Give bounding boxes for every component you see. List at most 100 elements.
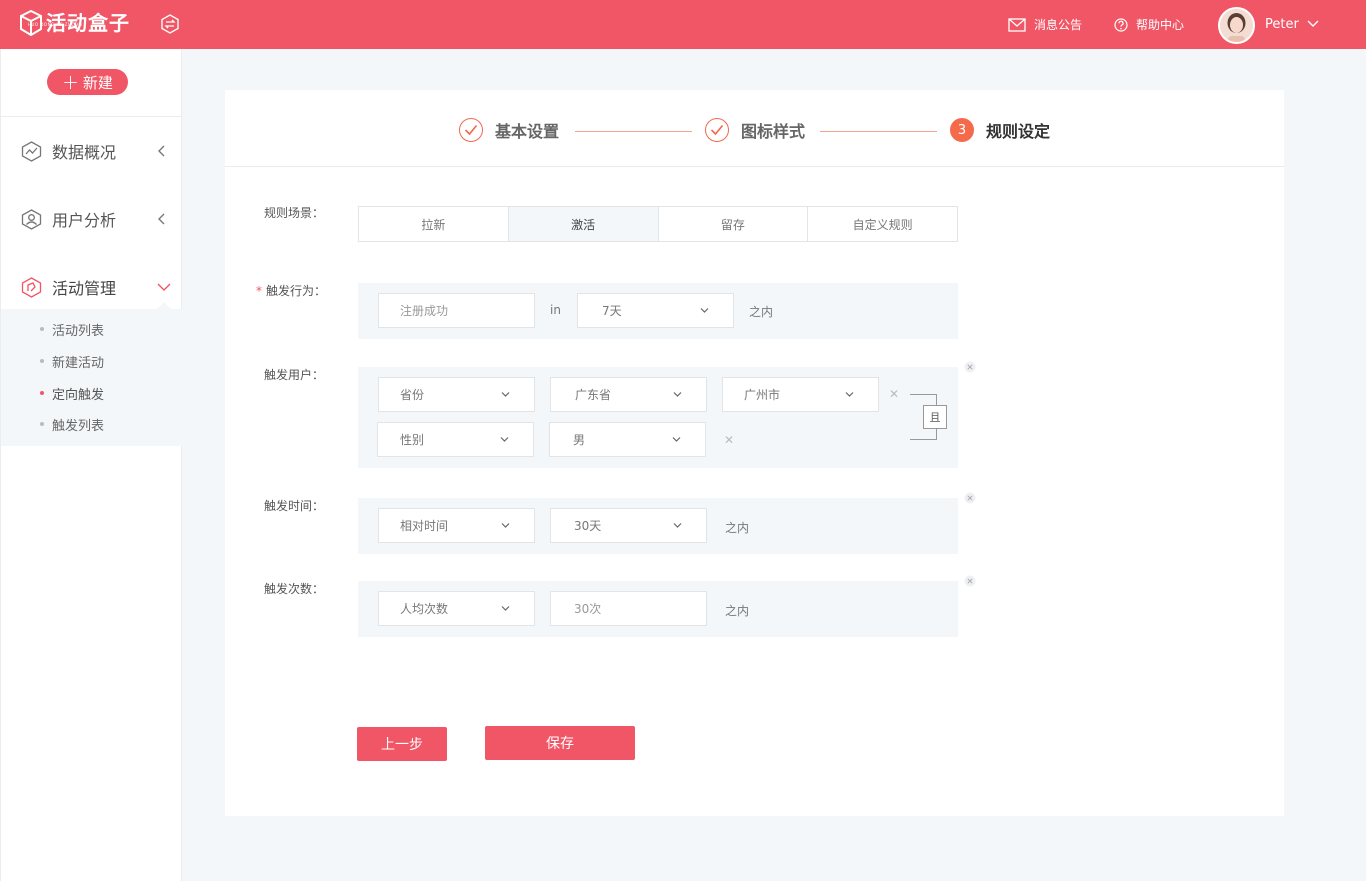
submenu-item-label: 触发列表 [52,418,105,434]
step-label: 图标样式 [741,122,806,141]
bullet-dot [40,327,44,331]
prev-step-button[interactable]: 上一步 [357,727,447,761]
action-panel: 注册成功 in 7天 之内 [358,283,958,339]
submenu-item-activity-list[interactable]: 活动列表 [1,314,182,344]
chart-icon [21,140,42,162]
check-icon [710,124,724,136]
chevron-down-icon [501,523,510,528]
chevron-down-icon [157,283,171,291]
tab-custom-rule[interactable]: 自定义规则 [808,207,957,241]
and-toggle[interactable]: 且 [923,405,947,429]
action-input-placeholder: 注册成功 [400,304,449,318]
province-select[interactable]: 广东省 [550,377,707,412]
select-value: 人均次数 [400,602,449,616]
step-icon-style[interactable]: 图标样式 [705,118,805,142]
select-value: 男 [573,433,586,447]
chevron-down-icon [500,437,509,442]
logo-subtext: HUO DONG HE ZI.COM [28,22,83,27]
tab-activation[interactable]: 激活 [508,207,659,241]
sidebar-item-user-analysis[interactable]: 用户分析 [1,199,182,239]
sidebar-divider [1,116,182,117]
mail-icon [1008,17,1026,32]
sidebar-item-data-overview[interactable]: 数据概况 [1,131,182,171]
avatar-portrait-icon [1220,9,1253,42]
time-value-select[interactable]: 30天 [550,508,707,543]
submenu-item-new-activity[interactable]: 新建活动 [1,346,182,376]
users-panel: 省份 广东省 广州市 ✕ 性别 男 ✕ [358,367,958,468]
within-text: 之内 [725,521,750,535]
save-button[interactable]: 保存 [485,726,635,760]
check-icon [464,124,478,136]
help-icon [1114,17,1128,32]
chevron-down-icon [673,523,682,528]
help-link[interactable]: 帮助中心 [1114,0,1184,49]
submenu-item-trigger-list[interactable]: 触发列表 [1,409,182,439]
tab-retention[interactable]: 留存 [659,207,809,241]
activity-submenu: 活动列表 新建活动 定向触发 触发列表 [1,309,182,446]
help-label: 帮助中心 [1136,18,1185,32]
switch-icon[interactable] [160,14,180,34]
select-value: 相对时间 [400,519,449,533]
submenu-item-targeted-trigger[interactable]: 定向触发 [1,378,182,408]
remove-condition-icon[interactable]: ✕ [889,387,899,401]
chevron-down-icon [501,606,510,611]
step-check-circle [459,118,483,142]
avatar[interactable] [1218,7,1255,44]
step-rule-settings[interactable]: 3 规则设定 [950,118,1050,142]
sidebar-item-label: 数据概况 [52,143,117,162]
select-value: 30天 [574,519,602,533]
sidebar-item-label: 活动管理 [52,279,117,298]
select-value: 广州市 [744,388,781,402]
close-icon[interactable] [964,492,976,504]
chevron-down-icon [700,308,709,313]
province-type-select[interactable]: 省份 [378,377,535,412]
rule-settings-card: 基本设置 图标样式 3 规则设定 规则场景： 拉新 激活 留存 自定义规则 * 触… [225,90,1284,816]
close-icon[interactable] [964,575,976,587]
step-basic-settings[interactable]: 基本设置 [459,118,559,142]
new-button[interactable]: + 新建 [47,69,128,95]
new-button-label: 新建 [82,73,113,92]
submenu-item-label: 定向触发 [52,387,105,403]
gender-select[interactable]: 男 [549,422,706,457]
chevron-down-icon [845,392,854,397]
action-input[interactable]: 注册成功 [378,293,535,328]
count-type-select[interactable]: 人均次数 [378,591,535,626]
step-label: 规则设定 [986,122,1051,141]
tab-acquisition[interactable]: 拉新 [359,207,509,241]
time-type-select[interactable]: 相对时间 [378,508,535,543]
count-panel: 人均次数 30次 之内 [358,581,958,637]
submenu-item-label: 新建活动 [52,355,105,371]
scene-label: 规则场景： [264,206,325,220]
bullet-dot [40,422,44,426]
submenu-notch [157,302,171,309]
count-value-input[interactable]: 30次 [550,591,707,626]
steps-divider [225,166,1284,167]
time-panel: 相对时间 30天 之内 [358,498,958,554]
step-connector [575,131,692,132]
within-text: 之内 [725,604,750,618]
required-mark: * [256,284,262,298]
remove-condition-icon[interactable]: ✕ [724,433,734,447]
city-select[interactable]: 广州市 [722,377,879,412]
sidebar-item-activity-management[interactable]: 活动管理 [1,267,182,307]
close-icon[interactable] [964,361,976,373]
step-connector [820,131,937,132]
submenu-item-label: 活动列表 [52,323,105,339]
action-label: * 触发行为： [256,282,326,299]
within-text: 之内 [749,305,774,319]
bullet-dot [40,391,44,395]
chevron-down-icon[interactable] [1307,19,1319,29]
user-name[interactable]: Peter [1265,0,1299,49]
step-label: 基本设置 [495,122,560,141]
users-label: 触发用户： [264,368,325,382]
user-icon [21,208,42,230]
action-period-select[interactable]: 7天 [577,293,734,328]
sidebar-item-label: 用户分析 [52,211,117,230]
select-value: 省份 [400,388,425,402]
action-label-text: 触发行为： [266,284,327,298]
notice-link[interactable]: 消息公告 [1008,0,1082,49]
plus-icon: + [62,70,79,94]
chevron-left-icon [158,213,165,225]
gender-type-select[interactable]: 性别 [377,422,534,457]
scene-tabs: 拉新 激活 留存 自定义规则 [358,206,958,242]
